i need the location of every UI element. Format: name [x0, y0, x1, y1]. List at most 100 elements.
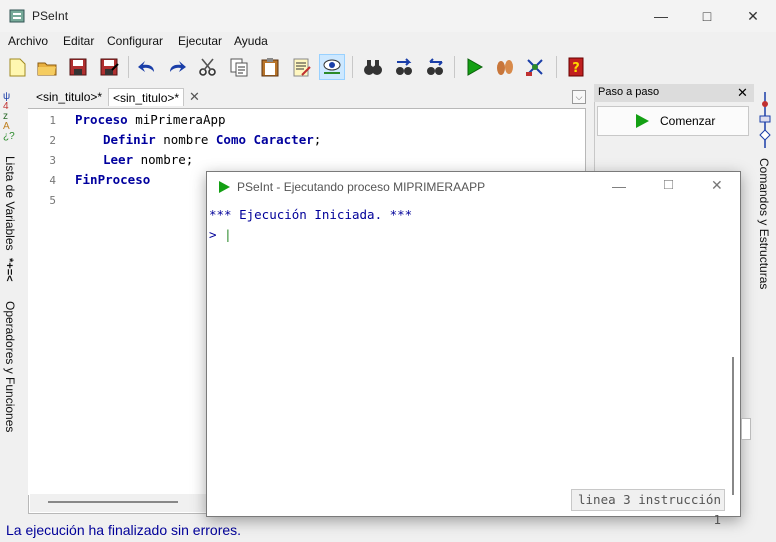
menu-configurar[interactable]: Configurar — [107, 34, 163, 48]
copy-icon — [230, 58, 248, 77]
run-button[interactable] — [461, 54, 487, 80]
tab-list-chevron-icon[interactable]: ⌵ — [572, 90, 586, 104]
tab-sin-titulo-1[interactable]: <sin_titulo>* — [32, 88, 106, 106]
undo-icon — [138, 61, 154, 72]
save-as-button[interactable] — [96, 54, 122, 80]
new-file-button[interactable] — [4, 54, 30, 80]
undo-button[interactable] — [134, 54, 160, 80]
maximize-button[interactable]: □ — [684, 0, 730, 32]
console-prompt: > — [209, 227, 217, 242]
tab-label: <sin_titulo>* — [113, 91, 180, 105]
play-icon — [636, 114, 649, 128]
tab-close-icon[interactable]: ✕ — [189, 89, 200, 105]
replace-icon — [427, 58, 443, 75]
open-folder-icon — [37, 62, 57, 76]
code-line: Leer nombre; — [103, 152, 193, 167]
paste-icon — [261, 58, 279, 77]
commands-tab-icon — [759, 92, 771, 148]
paste-button[interactable] — [257, 54, 283, 80]
keyword: Como Caracter — [215, 132, 314, 147]
code-line: Proceso miPrimeraApp — [75, 112, 226, 127]
help-button[interactable]: ? — [563, 54, 589, 80]
status-bar: La ejecución ha finalizado sin errores. — [0, 518, 776, 542]
help-icon: ? — [568, 57, 584, 77]
search-button[interactable] — [360, 54, 386, 80]
keyword: Leer — [103, 152, 134, 167]
panel-close-icon[interactable]: ✕ — [737, 85, 748, 101]
console-maximize-button[interactable]: □ — [664, 176, 673, 193]
menu-editar[interactable]: Editar — [63, 34, 94, 48]
save-button[interactable] — [65, 54, 91, 80]
line-number: 1 — [49, 114, 56, 127]
svg-text:?: ? — [572, 61, 580, 76]
run-icon — [467, 58, 484, 76]
replace-button[interactable] — [422, 54, 448, 80]
variables-tab[interactable]: Lista de Variables — [3, 156, 17, 251]
start-button[interactable]: Comenzar — [597, 106, 749, 136]
panel-title: Paso a paso — [598, 86, 660, 98]
menu-bar: Archivo Editar Configurar Ejecutar Ayuda — [0, 32, 776, 50]
console-close-button[interactable]: ✕ — [711, 177, 723, 194]
inspect-eye-icon — [323, 59, 341, 74]
flow-diagram-button[interactable] — [522, 54, 548, 80]
toolbar: ? — [0, 50, 776, 84]
step-run-button[interactable] — [492, 54, 518, 80]
keyword: FinProceso — [75, 172, 151, 187]
app-icon — [9, 9, 25, 23]
cut-button[interactable] — [195, 54, 221, 80]
operators-tab-icon: *+=< — [3, 258, 15, 282]
line-number: 5 — [49, 194, 56, 207]
tab-sin-titulo-2[interactable]: <sin_titulo>* — [108, 88, 185, 106]
search-binoculars-icon — [364, 60, 382, 75]
minimize-button[interactable]: — — [638, 0, 684, 32]
text-cursor: | — [224, 227, 232, 242]
redo-icon — [170, 61, 186, 72]
edit-text-button[interactable] — [288, 54, 314, 80]
cut-icon — [199, 58, 216, 76]
close-button[interactable]: ✕ — [730, 0, 776, 32]
line-number: 4 — [49, 174, 56, 187]
flow-diagram-icon — [526, 59, 543, 76]
keyword: Definir — [103, 132, 156, 147]
start-button-label: Comenzar — [660, 114, 716, 128]
menu-ejecutar[interactable]: Ejecutar — [178, 34, 222, 48]
console-title-bar: PSeInt - Ejecutando proceso MIPRIMERAAPP… — [207, 172, 740, 202]
copy-button[interactable] — [226, 54, 252, 80]
line-number: 3 — [49, 154, 56, 167]
code-text: ; — [313, 132, 322, 147]
commands-tab[interactable]: Comandos y Estructuras — [757, 158, 771, 289]
redo-button[interactable] — [164, 54, 190, 80]
execution-console-window: PSeInt - Ejecutando proceso MIPRIMERAAPP… — [206, 171, 741, 527]
console-minimize-button[interactable]: — — [612, 178, 626, 194]
save-icon — [69, 58, 87, 76]
step-run-icon — [497, 60, 513, 75]
console-title: PSeInt - Ejecutando proceso MIPRIMERAAPP — [237, 180, 486, 194]
variables-tab-icon: ψ 4 z A ¿? — [3, 91, 15, 142]
panel-header: Paso a paso ✕ — [594, 84, 754, 102]
inspect-button[interactable] — [319, 54, 345, 80]
code-text: nombre; — [133, 152, 194, 167]
new-file-icon — [9, 58, 26, 77]
left-dock-strip: ψ 4 z A ¿? Lista de Variables *+=< Operadore… — [0, 86, 22, 516]
code-text: nombre — [155, 132, 216, 147]
scrollbar-thumb[interactable] — [48, 501, 178, 503]
code-line: FinProceso — [75, 172, 150, 187]
hidden-panel-widget — [741, 418, 751, 440]
menu-ayuda[interactable]: Ayuda — [234, 34, 268, 48]
console-prompt-line[interactable]: > | — [209, 227, 232, 242]
right-dock-strip: Comandos y Estructuras — [754, 86, 776, 516]
console-status: linea 3 instrucción 1 — [571, 489, 725, 527]
line-number: 2 — [49, 134, 56, 147]
operators-tab[interactable]: Operadores y Funciones — [3, 301, 17, 432]
open-button[interactable] — [34, 54, 60, 80]
menu-archivo[interactable]: Archivo — [8, 34, 48, 48]
title-bar: PSeInt — □ ✕ — [0, 0, 776, 32]
window-title: PSeInt — [32, 9, 69, 23]
search-next-button[interactable] — [391, 54, 417, 80]
run-icon — [219, 181, 230, 193]
search-next-icon — [396, 58, 412, 75]
console-vertical-scrollbar[interactable] — [732, 357, 734, 495]
code-line: Definir nombre Como Caracter; — [103, 132, 321, 147]
keyword: Proceso — [75, 112, 128, 127]
edit-text-icon — [293, 58, 311, 77]
